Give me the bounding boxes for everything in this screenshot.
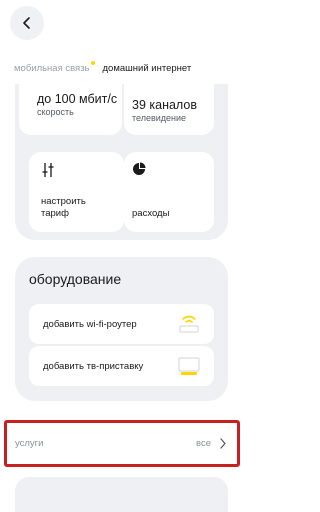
expenses-card[interactable]: расходы — [124, 152, 214, 232]
speed-card[interactable]: до 100 мбит/с скорость — [19, 84, 122, 135]
notification-dot — [90, 60, 95, 65]
equipment-title: оборудование — [29, 271, 122, 287]
add-tv-box-label: добавить тв-приставку — [43, 360, 144, 372]
chevron-left-icon — [23, 17, 30, 29]
equipment-panel: оборудование добавить wi-fi-роутер добав… — [15, 257, 228, 401]
add-tv-box-button[interactable]: добавить тв-приставку — [29, 346, 214, 386]
add-router-label: добавить wi-fi-роутер — [43, 318, 137, 330]
tv-value: 39 каналов — [132, 98, 197, 112]
add-router-button[interactable]: добавить wi-fi-роутер — [29, 304, 214, 344]
configure-tariff-card[interactable]: настроить тариф — [29, 152, 124, 232]
chevron-right-icon — [220, 438, 226, 449]
speed-label: скорость — [37, 107, 74, 117]
tv-box-icon — [178, 357, 200, 375]
tv-label: телевидение — [132, 113, 187, 123]
services-all-link[interactable]: все — [196, 438, 211, 449]
tab-mobile-label: мобильная связь — [14, 62, 90, 74]
router-icon — [179, 315, 199, 333]
tv-card[interactable]: 39 каналов телевидение — [124, 84, 214, 135]
tab-mobile[interactable]: мобильная связь — [14, 60, 95, 74]
back-button[interactable] — [10, 6, 44, 40]
tab-bar: мобильная связь домашний интернет — [14, 60, 191, 76]
tab-home-internet[interactable]: домашний интернет — [103, 63, 192, 74]
next-card — [15, 477, 228, 512]
speed-value: до 100 мбит/с — [37, 92, 118, 106]
services-label: услуги — [15, 438, 44, 449]
pie-chart-icon — [133, 162, 146, 175]
services-section[interactable]: услуги все — [4, 420, 240, 467]
sliders-icon — [42, 163, 54, 177]
configure-tariff-label: настроить тариф — [41, 196, 86, 219]
expenses-label: расходы — [132, 208, 170, 219]
